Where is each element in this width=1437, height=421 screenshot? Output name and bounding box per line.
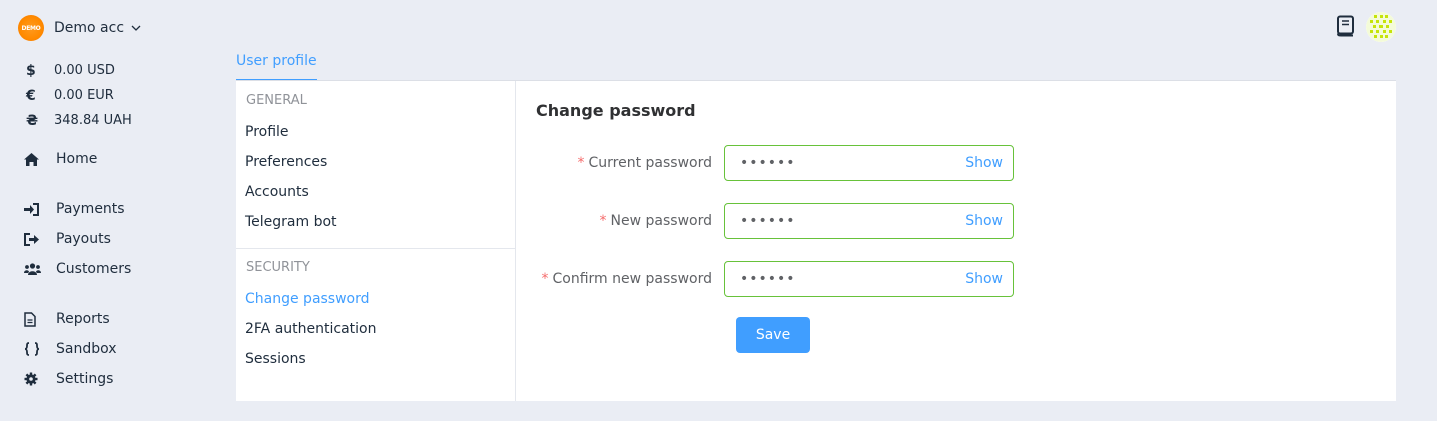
balance-amount: 348.84 UAH (54, 113, 132, 128)
sidebar-item-label: Settings (56, 371, 114, 387)
sign-in-icon (24, 201, 56, 217)
submenu-item-telegram-bot[interactable]: Telegram bot (236, 207, 515, 237)
submenu-item-sessions[interactable]: Sessions (236, 344, 515, 374)
change-password-panel: Change password *Current password Show *… (516, 81, 1396, 401)
profile-card: GENERAL Profile Preferences Accounts Tel… (236, 81, 1396, 401)
sidebar-item-label: Home (56, 151, 98, 167)
account-name: Demo acc (54, 20, 125, 36)
submenu-group-security: SECURITY Change password 2FA authenticat… (236, 249, 515, 374)
form-row-confirm: *Confirm new password Show (536, 261, 1396, 297)
euro-icon: € (26, 87, 36, 104)
submenu-item-change-password[interactable]: Change password (236, 284, 515, 314)
sidebar-item-payouts[interactable]: Payouts (24, 224, 214, 254)
balance-eur: € 0.00 EUR (24, 83, 132, 108)
required-mark: * (577, 155, 585, 171)
tab-user-profile[interactable]: User profile (236, 45, 317, 81)
profile-submenu: GENERAL Profile Preferences Accounts Tel… (236, 81, 516, 401)
current-password-input[interactable] (740, 155, 940, 171)
sidebar-item-label: Customers (56, 261, 132, 277)
show-new-password-button[interactable]: Show (965, 213, 1003, 229)
account-switcher[interactable]: DEMO Demo acc (18, 15, 142, 41)
balance-amount: 0.00 USD (54, 63, 115, 78)
new-password-input[interactable] (740, 213, 940, 229)
submenu-heading-general: GENERAL (246, 93, 307, 108)
new-password-label: * New password (536, 213, 724, 229)
required-mark: * (541, 271, 549, 287)
submenu-item-profile[interactable]: Profile (236, 117, 515, 147)
save-button[interactable]: Save (736, 317, 810, 353)
balance-uah: ₴ 348.84 UAH (24, 108, 132, 133)
users-icon (24, 261, 56, 277)
sidebar-item-settings[interactable]: Settings (24, 364, 214, 394)
docs-book-icon[interactable] (1336, 15, 1358, 39)
chevron-down-icon (131, 25, 141, 31)
balance-usd: $ 0.00 USD (24, 58, 132, 83)
label-text: Current password (588, 155, 713, 171)
required-mark: * (599, 213, 607, 229)
sidebar-item-label: Payouts (56, 231, 111, 247)
submenu-heading-security: SECURITY (246, 260, 310, 275)
sidebar-item-payments[interactable]: Payments (24, 194, 214, 224)
braces-icon (24, 341, 56, 357)
account-logo: DEMO (18, 15, 44, 41)
submenu-item-2fa[interactable]: 2FA authentication (236, 314, 515, 344)
new-password-field: Show (724, 203, 1014, 239)
label-text: Confirm new password (552, 271, 712, 287)
form-row-current: *Current password Show (536, 145, 1396, 181)
user-avatar[interactable] (1366, 12, 1396, 42)
form-actions: Save (536, 317, 1396, 353)
profile-tabs: User profile (236, 45, 317, 81)
sidebar-item-reports[interactable]: Reports (24, 304, 214, 334)
show-current-password-button[interactable]: Show (965, 155, 1003, 171)
file-icon (24, 311, 56, 327)
current-password-label: * Current password (536, 155, 724, 171)
sidebar-item-sandbox[interactable]: Sandbox (24, 334, 214, 364)
submenu-item-preferences[interactable]: Preferences (236, 147, 515, 177)
home-icon (24, 151, 56, 167)
current-password-field: Show (724, 145, 1014, 181)
page-title: Change password (536, 101, 696, 120)
account-logo-text: DEMO (21, 24, 41, 32)
confirm-password-label: * Confirm new password (536, 271, 724, 287)
dollar-icon: $ (26, 62, 36, 79)
sidebar-item-customers[interactable]: Customers (24, 254, 214, 284)
sidebar-item-label: Payments (56, 201, 125, 217)
balance-amount: 0.00 EUR (54, 88, 114, 103)
confirm-password-input[interactable] (740, 271, 940, 287)
submenu-group-general: GENERAL Profile Preferences Accounts Tel… (236, 81, 515, 237)
top-right-actions (1336, 12, 1396, 42)
sidebar-nav: Home Payments Payouts Customers Reports … (24, 144, 214, 394)
form-row-new: *New password Show (536, 203, 1396, 239)
sign-out-icon (24, 231, 56, 247)
hryvnia-icon: ₴ (26, 112, 39, 129)
gear-icon (24, 371, 56, 387)
confirm-password-field: Show (724, 261, 1014, 297)
sidebar-item-home[interactable]: Home (24, 144, 214, 174)
balances-list: $ 0.00 USD € 0.00 EUR ₴ 348.84 UAH (24, 58, 132, 133)
submenu-item-accounts[interactable]: Accounts (236, 177, 515, 207)
sidebar-item-label: Sandbox (56, 341, 117, 357)
label-text: New password (610, 213, 712, 229)
sidebar-item-label: Reports (56, 311, 110, 327)
show-confirm-password-button[interactable]: Show (965, 271, 1003, 287)
